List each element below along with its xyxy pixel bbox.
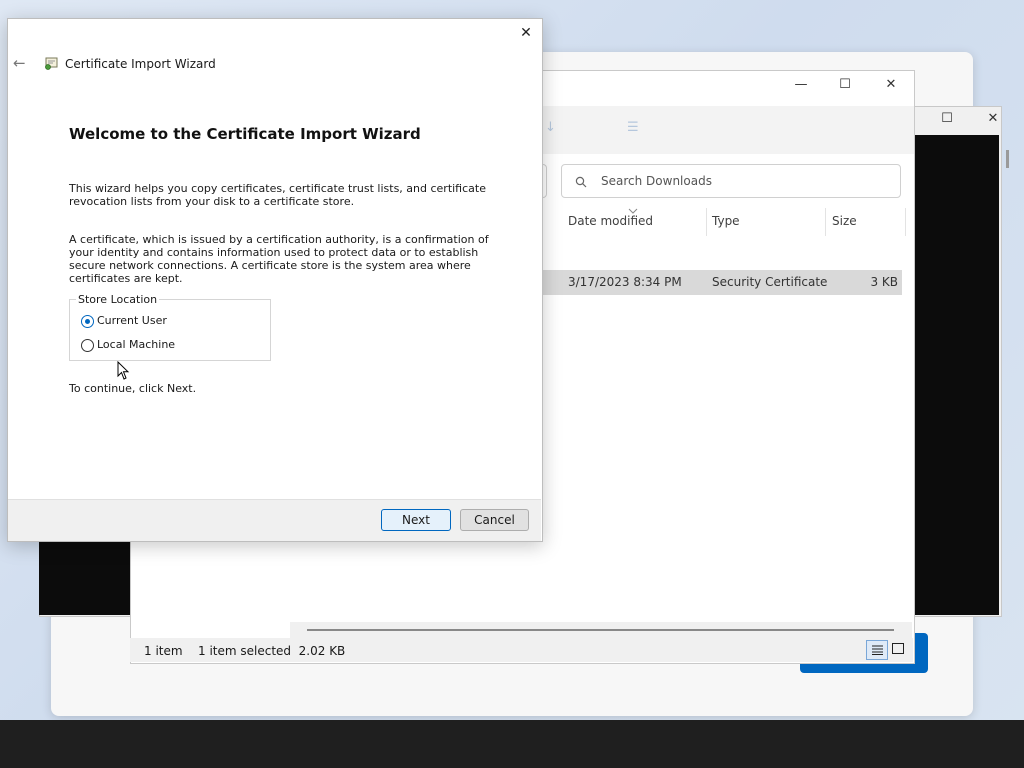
wizard-intro-paragraph: This wizard helps you copy certificates,… — [69, 182, 486, 208]
view-icon[interactable]: ☰ — [627, 120, 639, 135]
continue-hint: To continue, click Next. — [69, 382, 197, 395]
column-header-size[interactable]: Size — [832, 214, 857, 232]
status-item-count: 1 item — [144, 644, 183, 658]
column-separator[interactable] — [905, 208, 906, 236]
column-separator[interactable] — [825, 208, 826, 236]
explorer-close-button[interactable]: ✕ — [881, 75, 901, 95]
horizontal-scrollbar-thumb[interactable] — [307, 629, 894, 631]
details-view-button[interactable] — [866, 640, 888, 660]
radio-current-user[interactable]: Current User — [81, 314, 201, 330]
explorer-minimize-button[interactable]: — — [791, 75, 811, 95]
details-view-icon — [872, 645, 883, 655]
column-header-date-modified[interactable]: Date modified — [568, 214, 653, 232]
taskbar — [0, 720, 1024, 768]
cancel-button[interactable]: Cancel — [460, 509, 529, 531]
file-type: Security Certificate — [712, 275, 828, 289]
radio-label-current-user: Current User — [97, 314, 167, 327]
search-placeholder: Search Downloads — [601, 174, 712, 188]
explorer-toolbar — [542, 106, 914, 154]
terminal-close-button[interactable]: ✕ — [983, 109, 1003, 129]
wizard-description-paragraph: A certificate, which is issued by a cert… — [69, 233, 489, 285]
mouse-cursor-icon — [117, 361, 130, 380]
radio-button-selected[interactable] — [81, 315, 94, 328]
file-size: 3 KB — [870, 275, 898, 289]
wizard-window-title: Certificate Import Wizard — [65, 57, 216, 71]
sort-icon[interactable]: ↓ — [545, 120, 556, 135]
terminal-content-left — [39, 540, 131, 615]
wizard-close-button[interactable]: ✕ — [517, 24, 535, 42]
wizard-heading: Welcome to the Certificate Import Wizard — [69, 125, 421, 143]
column-separator[interactable] — [706, 208, 707, 236]
store-location-legend: Store Location — [76, 293, 160, 306]
radio-button-unselected[interactable] — [81, 339, 94, 352]
terminal-content — [915, 135, 999, 615]
terminal-scrollbar[interactable] — [1006, 150, 1009, 168]
radio-label-local-machine: Local Machine — [97, 338, 176, 351]
next-button[interactable]: Next — [381, 509, 451, 531]
radio-local-machine[interactable]: Local Machine — [81, 338, 201, 354]
explorer-maximize-button[interactable]: ☐ — [835, 75, 855, 95]
search-icon — [575, 176, 587, 188]
file-date-modified: 3/17/2023 8:34 PM — [568, 275, 682, 289]
certificate-icon — [45, 57, 58, 70]
terminal-maximize-button[interactable]: ☐ — [937, 109, 957, 129]
search-input[interactable]: Search Downloads — [561, 164, 901, 198]
back-arrow-icon[interactable]: ← — [13, 54, 26, 72]
column-header-type[interactable]: Type — [712, 214, 740, 232]
thumbnail-view-icon[interactable] — [892, 643, 904, 654]
status-selection: 1 item selected 2.02 KB — [198, 644, 346, 658]
